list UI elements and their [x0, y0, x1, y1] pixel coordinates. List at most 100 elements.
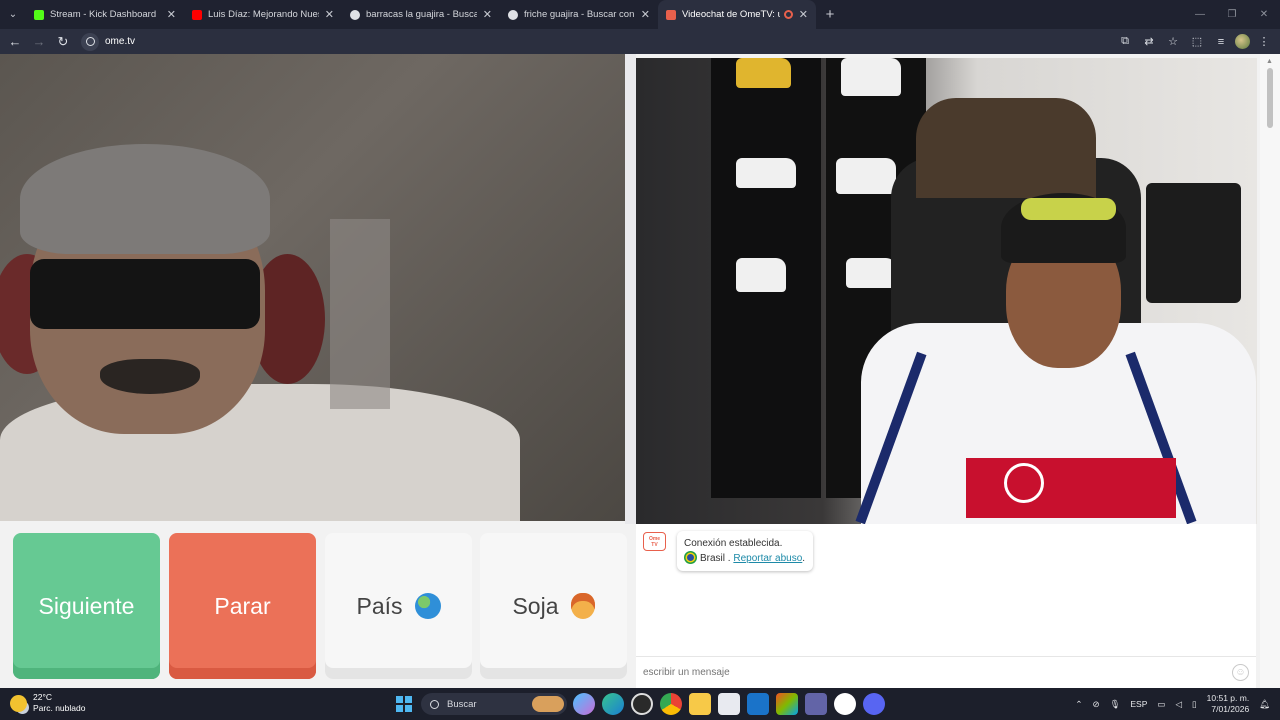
- taskbar-apps: [573, 693, 885, 715]
- media-queue-icon[interactable]: ≡: [1211, 32, 1231, 52]
- url-text[interactable]: ome.tv: [105, 36, 135, 47]
- close-icon[interactable]: ✕: [799, 8, 808, 21]
- logo-text: TV: [651, 541, 658, 548]
- network-off-icon[interactable]: ⊘: [1092, 699, 1099, 710]
- stop-label: Parar: [214, 592, 271, 619]
- chevron-up-icon[interactable]: ⌃: [1075, 699, 1082, 710]
- tab-strip: ⌄ Stream - Kick Dashboard ✕ Luis Díaz: M…: [0, 0, 1280, 29]
- search-icon: [430, 699, 439, 709]
- person-icon: [570, 593, 595, 619]
- tab-title: barracas la guajira - Buscar con: [366, 9, 477, 20]
- gender-label: Soja: [512, 592, 559, 619]
- obs-icon[interactable]: [631, 693, 653, 715]
- minimize-icon[interactable]: —: [1184, 0, 1216, 29]
- jersey-red-band: [966, 458, 1176, 518]
- search-highlight-icon: [532, 696, 564, 712]
- teams-icon[interactable]: [805, 693, 827, 715]
- country-name: Brasil: [700, 553, 726, 564]
- period: .: [802, 553, 806, 564]
- kick-icon: [34, 9, 44, 20]
- translate-icon[interactable]: ⇄: [1139, 32, 1159, 52]
- system-message: Conexión establecida. Brasil . Reportar …: [677, 531, 814, 571]
- weather-description: Parc. nublado: [33, 703, 86, 713]
- shoe: [841, 58, 901, 96]
- back-icon[interactable]: ←: [3, 29, 27, 54]
- new-tab-button[interactable]: +: [816, 0, 844, 29]
- tab-google-search-2[interactable]: friche guajira - Buscar con Goo ✕: [500, 0, 658, 29]
- microsoft-365-icon[interactable]: [776, 693, 798, 715]
- ometv-icon: [666, 9, 676, 20]
- display-icon[interactable]: ▭: [1157, 699, 1165, 710]
- menu-icon[interactable]: ⋮: [1254, 32, 1274, 52]
- bookmark-star-icon[interactable]: ☆: [1163, 32, 1183, 52]
- tab-youtube[interactable]: Luis Díaz: Mejorando Nuestro N ✕: [184, 0, 342, 29]
- report-abuse-link[interactable]: Reportar abuso: [733, 553, 802, 564]
- wall-panel: [330, 219, 390, 409]
- shoe: [846, 258, 896, 288]
- tab-search-icon[interactable]: ⌄: [0, 0, 26, 29]
- maximize-icon[interactable]: ❐: [1216, 0, 1248, 29]
- ometv-page: Siguiente Parar País Soja Ome TV Conexió…: [0, 54, 1280, 688]
- system-tray: ⌃ ⊘ 🎙︎ ESP ▭ ◁ ▯ 10:51 p. m. 7/01/2026 🔔…: [1075, 688, 1270, 720]
- scroll-thumb[interactable]: [1267, 68, 1273, 128]
- page-scrollbar[interactable]: ▲: [1260, 54, 1280, 688]
- shoe: [736, 158, 796, 188]
- forward-icon[interactable]: →: [27, 29, 51, 54]
- reload-icon[interactable]: ↻: [51, 29, 75, 54]
- clock[interactable]: 10:51 p. m. 7/01/2026: [1207, 693, 1250, 715]
- battery-icon[interactable]: ▯: [1192, 699, 1197, 710]
- chair-pattern: [916, 98, 1096, 198]
- close-icon[interactable]: ✕: [641, 8, 650, 21]
- volume-icon[interactable]: ◁: [1175, 699, 1182, 710]
- message-input[interactable]: [643, 667, 1203, 678]
- close-icon[interactable]: ✕: [167, 8, 176, 21]
- remote-video: [0, 54, 625, 521]
- capcut-icon[interactable]: [834, 693, 856, 715]
- taskbar: 22°C Parc. nublado Buscar ⌃ ⊘ 🎙︎ ESP ▭ ◁…: [0, 688, 1280, 720]
- tab-kick-dashboard[interactable]: Stream - Kick Dashboard ✕: [26, 0, 184, 29]
- sunglasses-shape: [30, 259, 260, 329]
- google-icon: [350, 9, 360, 20]
- tab-google-search-1[interactable]: barracas la guajira - Buscar con ✕: [342, 0, 500, 29]
- close-icon[interactable]: ✕: [325, 8, 334, 21]
- scroll-up-icon[interactable]: ▲: [1266, 58, 1273, 65]
- discord-icon[interactable]: [863, 693, 885, 715]
- youtube-icon: [192, 9, 202, 20]
- browser-toolbar: ← → ↻ ome.tv ⧉ ⇄ ☆ ⬚ ≡ ⋮: [0, 29, 1280, 54]
- tab-title: Stream - Kick Dashboard: [50, 9, 157, 20]
- chat-input-bar: ☺: [636, 656, 1256, 688]
- extensions-icon[interactable]: ⬚: [1187, 32, 1207, 52]
- google-icon: [508, 9, 518, 20]
- edge-icon[interactable]: [602, 693, 624, 715]
- chrome-icon[interactable]: [660, 693, 682, 715]
- store-icon[interactable]: [718, 693, 740, 715]
- country-button[interactable]: País: [325, 533, 472, 679]
- cast-icon[interactable]: ⧉: [1115, 32, 1135, 52]
- close-window-icon[interactable]: ✕: [1248, 0, 1280, 29]
- site-info-icon[interactable]: [81, 32, 99, 51]
- tab-ometv[interactable]: Videochat de OmeTV: una ✕: [658, 0, 816, 29]
- next-button[interactable]: Siguiente: [13, 533, 160, 679]
- address-bar[interactable]: ome.tv: [81, 32, 135, 52]
- microphone-icon[interactable]: 🎙︎: [1110, 699, 1121, 710]
- crest-icon: [1004, 463, 1044, 503]
- outlook-icon[interactable]: [747, 693, 769, 715]
- close-icon[interactable]: ✕: [483, 8, 492, 21]
- stop-button[interactable]: Parar: [169, 533, 316, 679]
- next-label: Siguiente: [38, 592, 135, 619]
- emoji-icon[interactable]: ☺: [1232, 664, 1249, 681]
- tab-title: Videochat de OmeTV: una: [682, 9, 780, 20]
- connection-status: Conexión establecida.: [684, 538, 783, 549]
- taskbar-search[interactable]: Buscar: [421, 693, 567, 715]
- weather-widget[interactable]: 22°C Parc. nublado: [10, 692, 85, 714]
- globe-icon: [414, 593, 441, 619]
- file-explorer-icon[interactable]: [689, 693, 711, 715]
- windows-start-icon[interactable]: [396, 696, 412, 712]
- copilot-icon[interactable]: [573, 693, 595, 715]
- local-video: [636, 58, 1257, 524]
- language-indicator[interactable]: ESP: [1130, 699, 1147, 709]
- gender-button[interactable]: Soja: [480, 533, 627, 679]
- shoe: [736, 58, 791, 88]
- profile-avatar[interactable]: [1235, 34, 1250, 49]
- notifications-icon[interactable]: 🔔︎: [1259, 699, 1270, 710]
